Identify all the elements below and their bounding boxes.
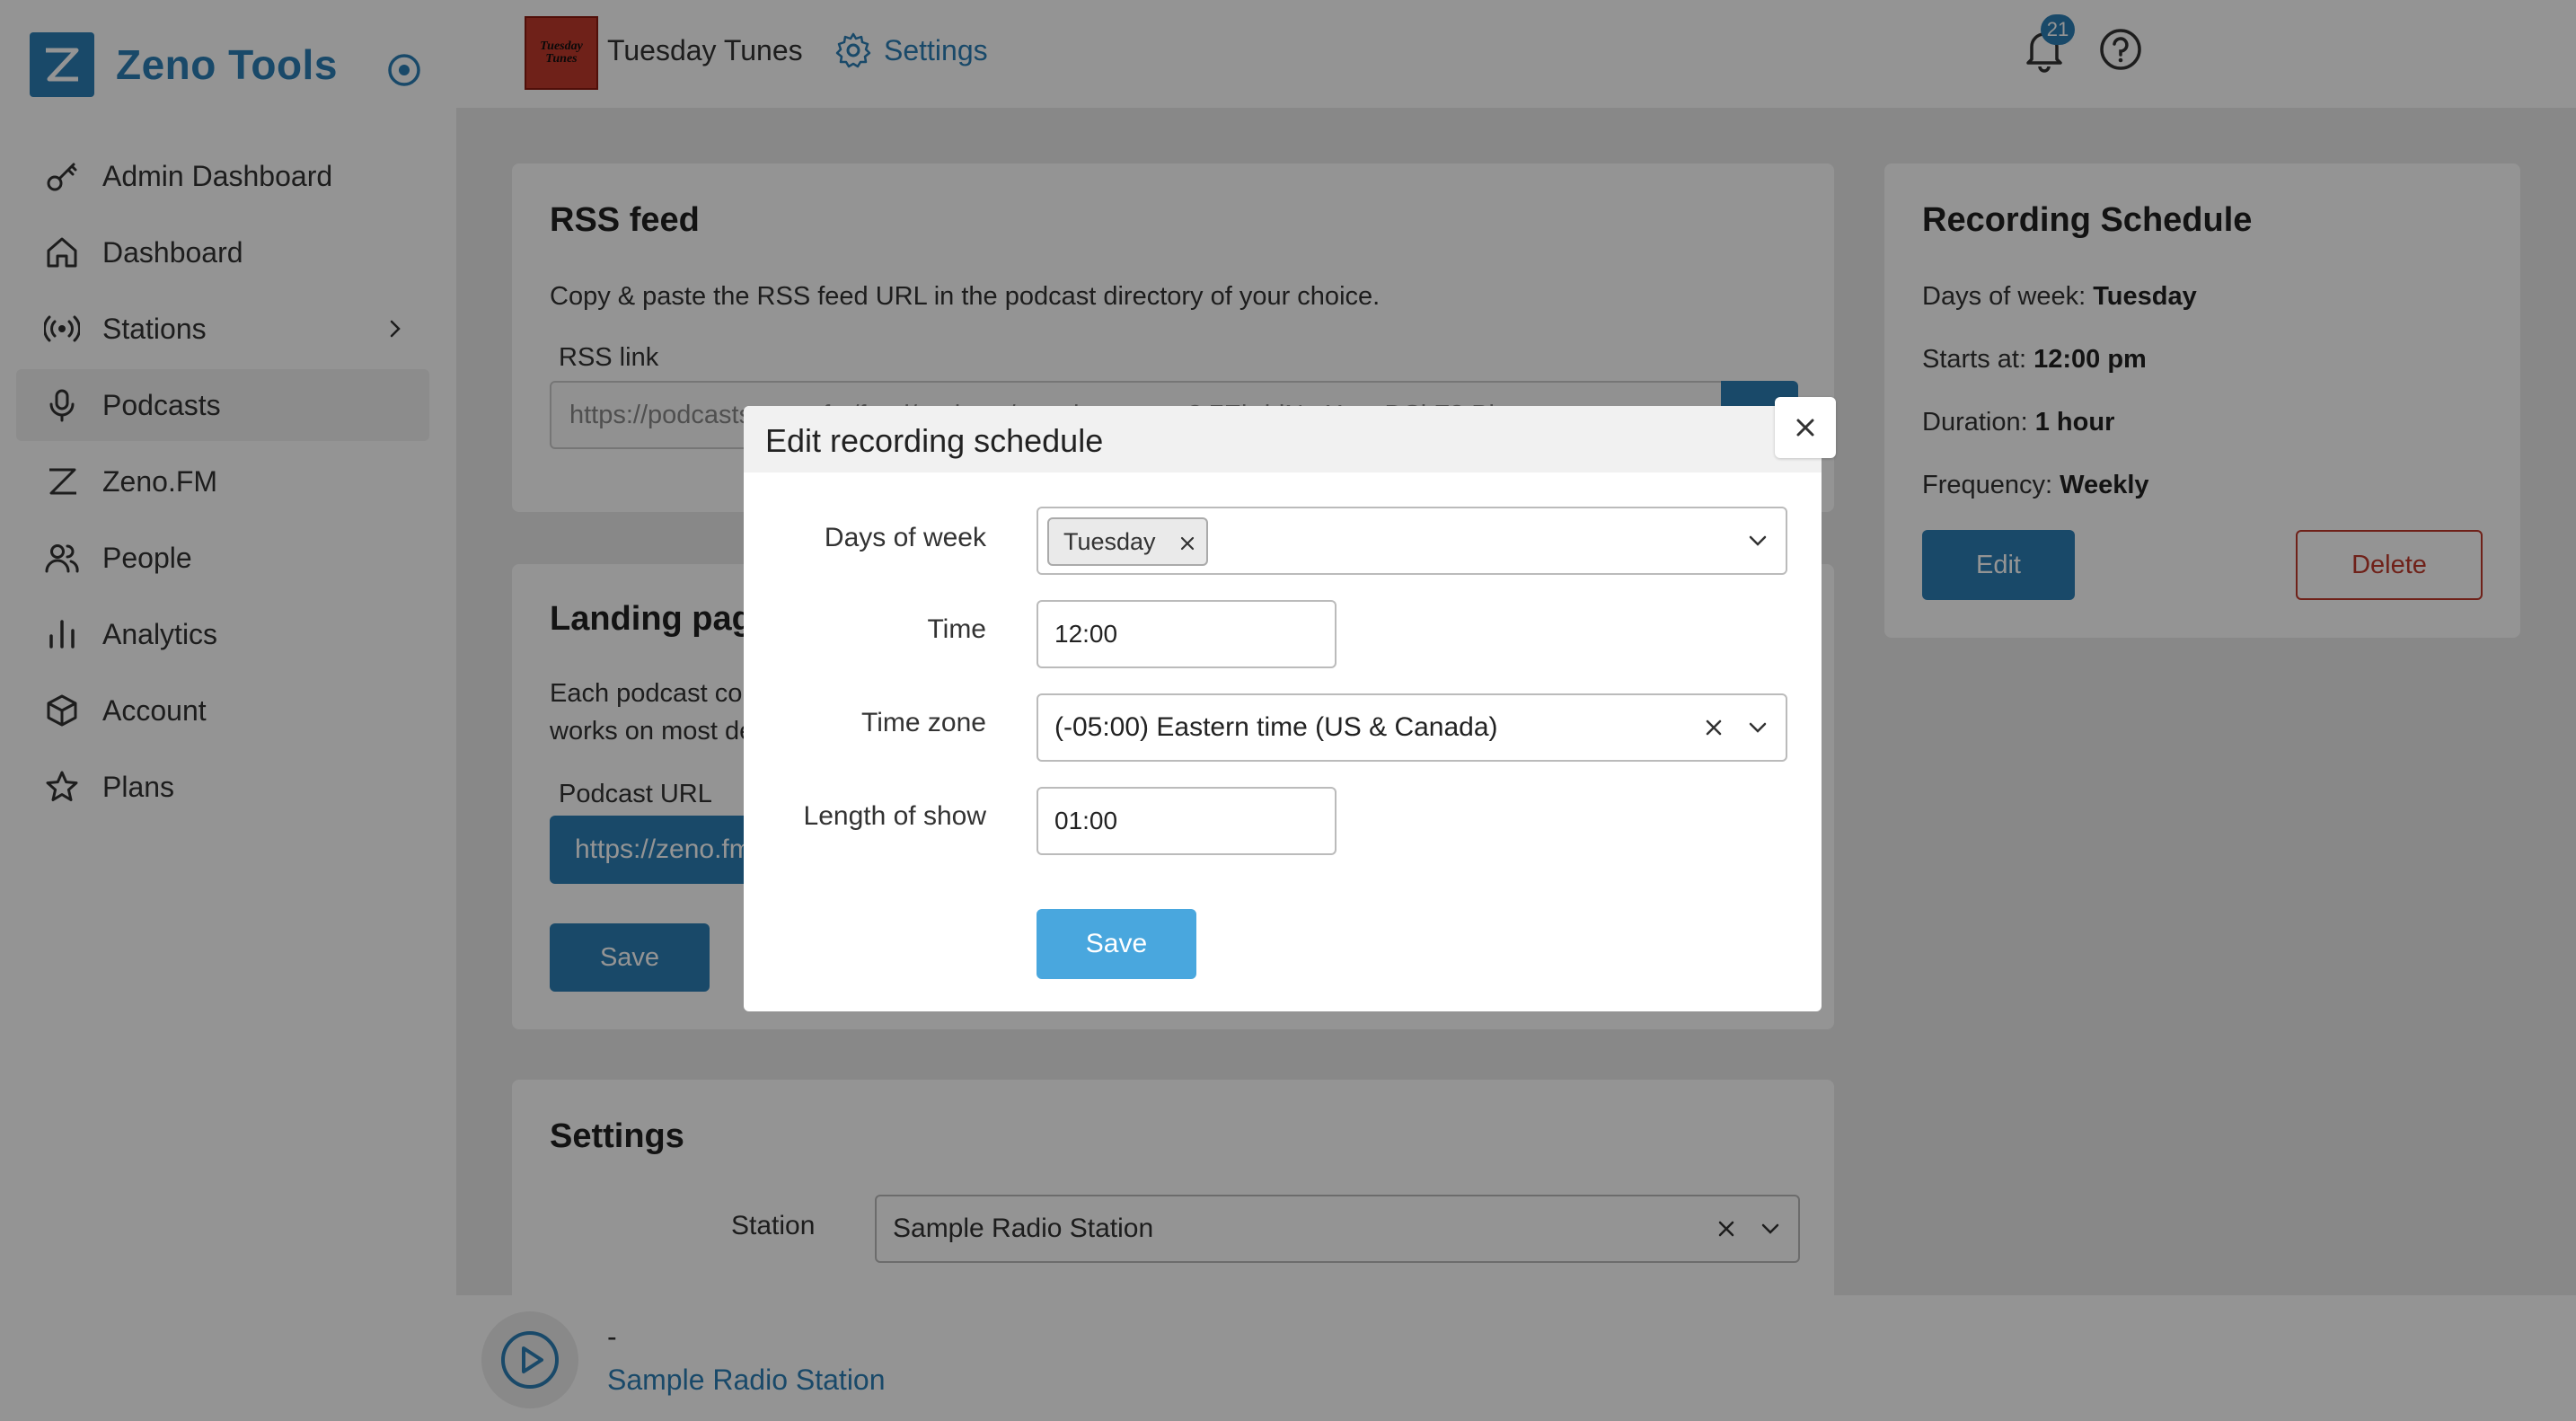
time-input[interactable]: 12:00 bbox=[1037, 600, 1337, 668]
day-tag-label: Tuesday bbox=[1063, 527, 1156, 555]
time-label: Time bbox=[927, 614, 986, 644]
days-of-week-select[interactable]: Tuesday bbox=[1037, 507, 1787, 575]
length-of-show-value: 01:00 bbox=[1054, 807, 1118, 834]
time-value: 12:00 bbox=[1054, 620, 1118, 648]
days-of-week-label: Days of week bbox=[824, 523, 986, 552]
length-of-show-label: Length of show bbox=[803, 801, 986, 831]
remove-tag-icon[interactable] bbox=[1178, 534, 1197, 553]
edit-schedule-modal: Edit recording schedule Days of week Tue… bbox=[744, 397, 1836, 1011]
time-zone-label: Time zone bbox=[861, 708, 986, 737]
time-zone-value: (-05:00) Eastern time (US & Canada) bbox=[1054, 712, 1498, 742]
modal-header: Edit recording schedule bbox=[744, 406, 1822, 472]
time-zone-select[interactable]: (-05:00) Eastern time (US & Canada) bbox=[1037, 693, 1787, 762]
length-of-show-input[interactable]: 01:00 bbox=[1037, 787, 1337, 855]
modal-save-button[interactable]: Save bbox=[1037, 909, 1196, 979]
modal-title: Edit recording schedule bbox=[765, 422, 1104, 459]
modal-close-button[interactable] bbox=[1775, 397, 1836, 458]
chevron-down-icon[interactable] bbox=[1746, 716, 1769, 739]
clear-icon[interactable] bbox=[1703, 717, 1725, 738]
close-icon bbox=[1796, 419, 1814, 437]
chevron-down-icon[interactable] bbox=[1746, 529, 1769, 552]
day-tag-tuesday: Tuesday bbox=[1047, 517, 1208, 566]
